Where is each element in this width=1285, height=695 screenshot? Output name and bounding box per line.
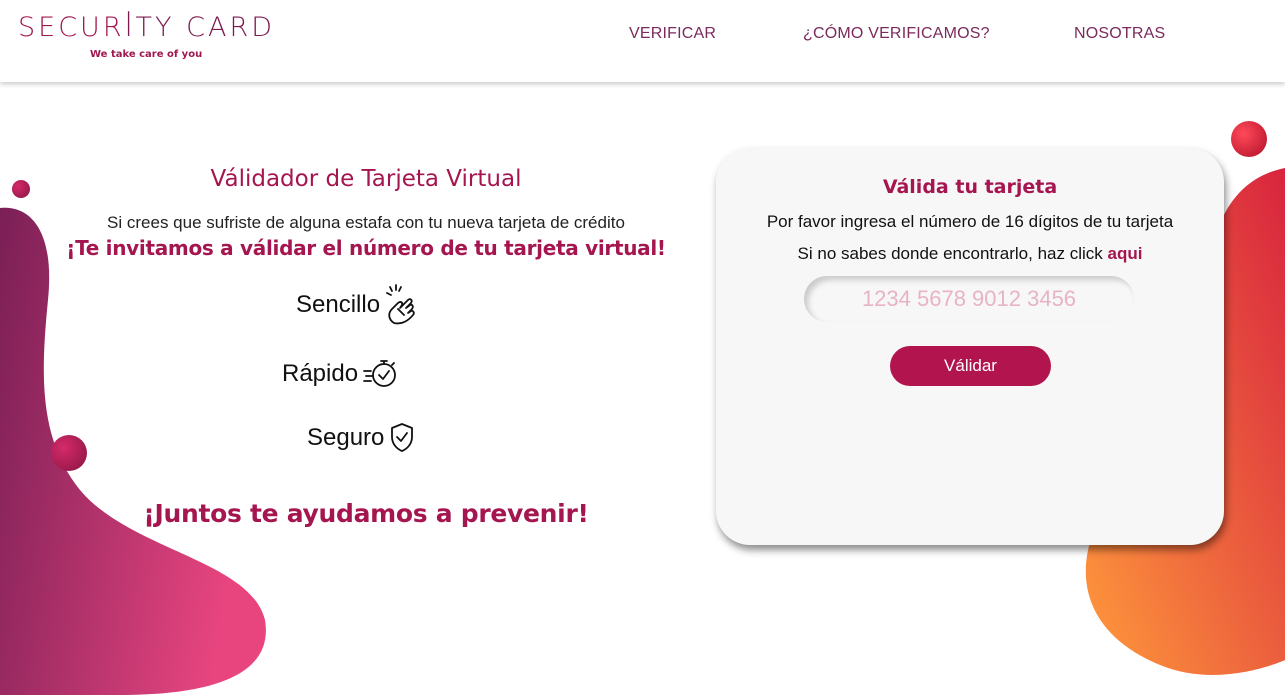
hero-subtitle: Si crees que sufriste de alguna estafa c… — [107, 213, 625, 232]
help-link[interactable]: aqui — [1108, 244, 1143, 263]
shield-check-icon — [391, 423, 414, 452]
card-number-input[interactable] — [804, 276, 1134, 322]
logo-wordmark: SECURꟾTY CARD — [18, 12, 275, 43]
nav-verificar[interactable]: VERIFICAR — [629, 25, 716, 43]
decorative-dot — [51, 435, 87, 471]
feature-sencillo: Sencillo — [296, 283, 418, 327]
crossed-fingers-icon — [386, 284, 415, 325]
card-help-text: Si no sabes donde encontrarlo, haz click — [797, 244, 1103, 263]
hero-invite: ¡Te invitamos a válidar el número de tu … — [66, 236, 666, 260]
card-instructions: Por favor ingresa el número de 16 dígito… — [766, 212, 1174, 231]
validation-card: Válida tu tarjeta Por favor ingresa el n… — [716, 148, 1224, 545]
logo[interactable]: SECURꟾTY CARD We take care of you — [18, 12, 278, 64]
feature-rapido: Rápido — [282, 357, 400, 391]
hero-title: Válidador de Tarjeta Virtual — [210, 166, 522, 192]
logo-lock-glyph: ꟾ — [124, 12, 136, 43]
validate-button[interactable]: Válidar — [890, 346, 1051, 386]
nav-nosotras[interactable]: NOSOTRAS — [1074, 25, 1165, 43]
feature-seguro: Seguro — [307, 421, 416, 455]
stopwatch-icon — [363, 360, 396, 387]
card-help: Si no sabes donde encontrarlo, haz click… — [716, 244, 1224, 264]
feature-label: Seguro — [307, 424, 385, 451]
logo-text-b: TY CARD — [135, 12, 275, 43]
left-blob — [0, 207, 266, 695]
feature-label: Sencillo — [296, 291, 381, 318]
nav-como-verificamos[interactable]: ¿CÓMO VERIFICAMOS? — [803, 25, 990, 43]
logo-text-a: SECUR — [18, 12, 125, 43]
feature-label: Rápido — [282, 360, 359, 387]
header: SECURꟾTY CARD We take care of you VERIFI… — [0, 0, 1285, 82]
card-title: Válida tu tarjeta — [882, 176, 1058, 198]
logo-tagline: We take care of you — [90, 49, 203, 60]
hero-closing: ¡Juntos te ayudamos a prevenir! — [143, 499, 589, 528]
page: SECURꟾTY CARD We take care of you VERIFI… — [0, 0, 1285, 695]
decorative-dot — [1231, 121, 1267, 157]
